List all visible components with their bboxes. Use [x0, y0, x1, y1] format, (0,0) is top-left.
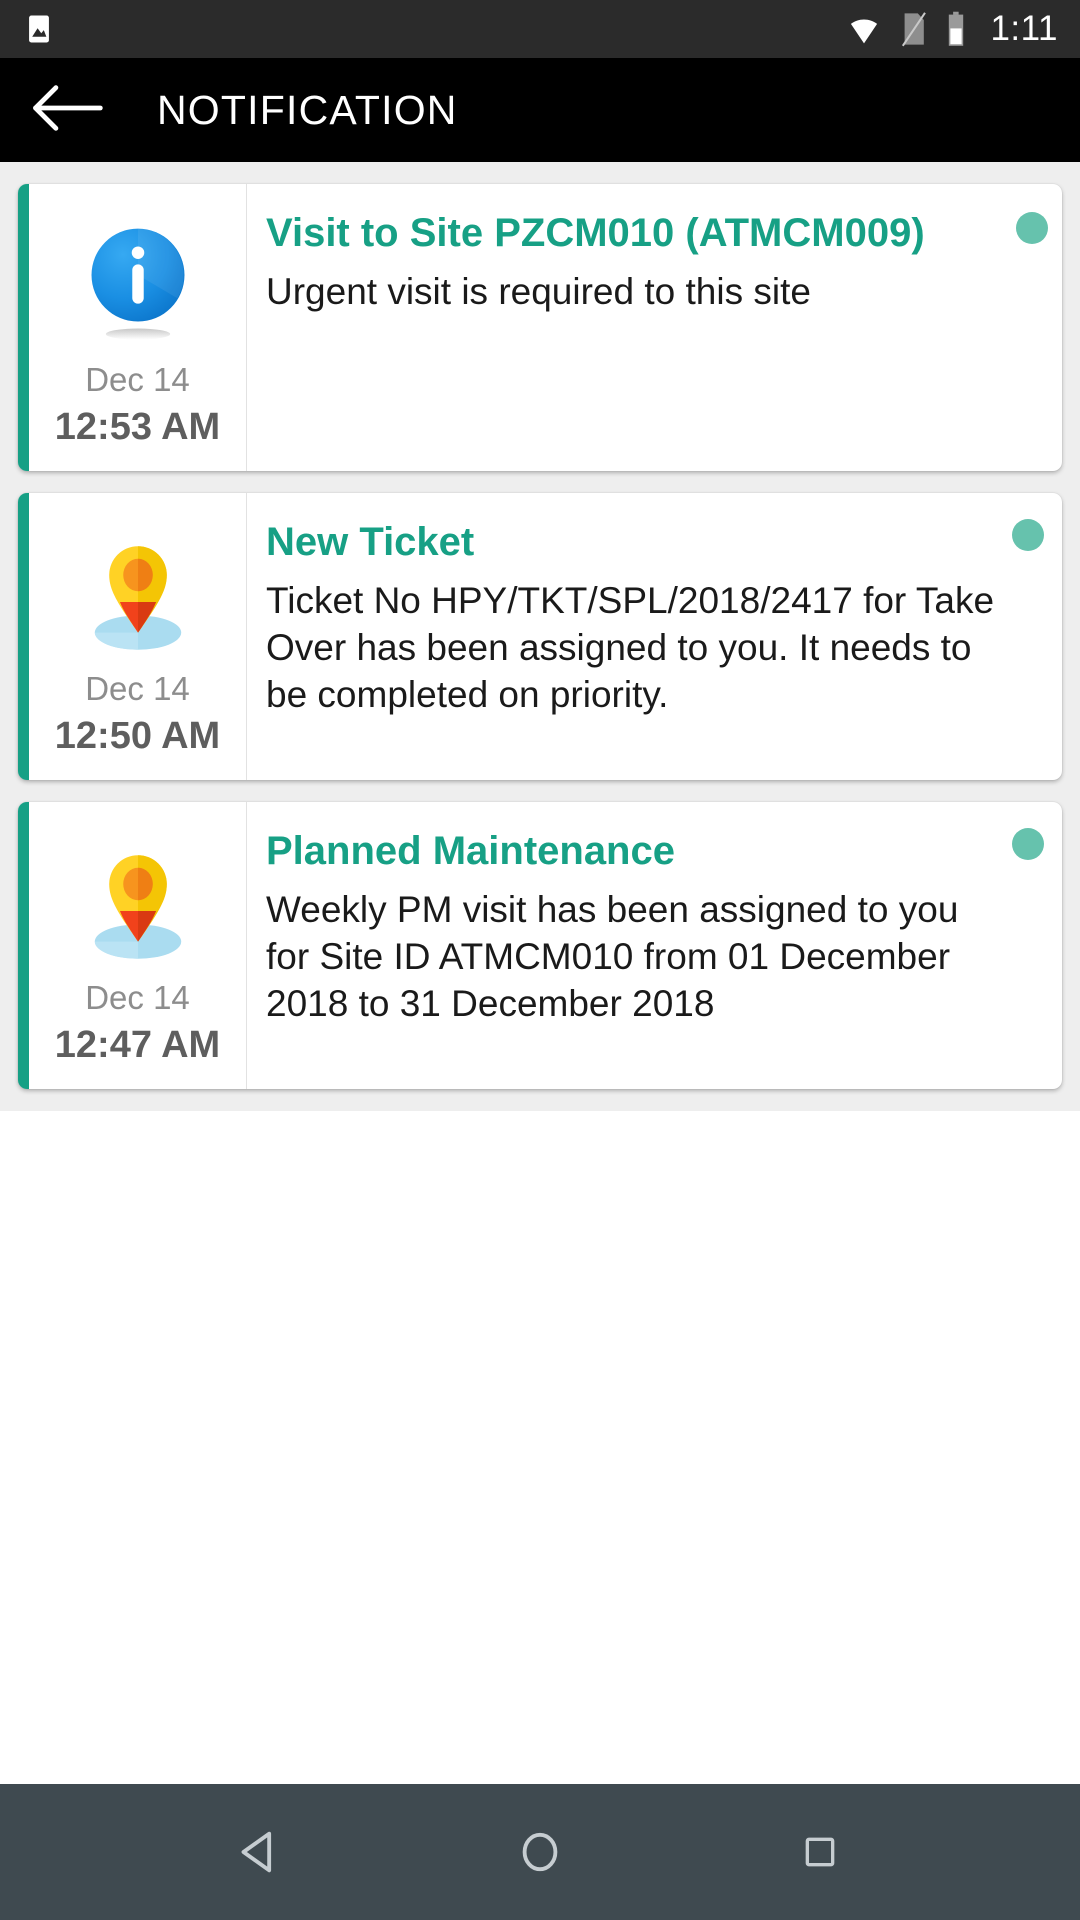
nav-home-button[interactable]	[495, 1807, 585, 1897]
page-title: NOTIFICATION	[157, 86, 458, 133]
nav-recents-button[interactable]	[775, 1807, 865, 1897]
notification-date: Dec 14	[85, 979, 190, 1017]
battery-icon	[945, 11, 967, 47]
notification-time: 12:47 AM	[54, 1024, 221, 1067]
notification-item-wrap: Dec 14 12:50 AM New Ticket Ticket No HPY…	[0, 481, 1080, 790]
notification-title: New Ticket	[266, 520, 475, 565]
card-meta-column: Dec 14 12:53 AM	[29, 184, 247, 472]
notification-date: Dec 14	[85, 361, 190, 398]
notification-item-wrap: Dec 14 12:47 AM Planned Maintenance Week…	[0, 790, 1080, 1099]
android-nav-bar	[0, 1784, 1080, 1920]
back-arrow-icon[interactable]	[30, 83, 104, 138]
notification-time: 12:50 AM	[54, 715, 221, 758]
map-pin-icon	[79, 838, 197, 966]
notification-item-wrap: Dec 14 12:53 AM Visit to Site PZCM010 (A…	[0, 172, 1080, 481]
notification-title: Planned Maintenance	[266, 829, 675, 874]
status-bar: 1:11	[0, 0, 1080, 58]
card-meta-column: Dec 14 12:47 AM	[29, 802, 247, 1090]
wifi-icon	[847, 14, 881, 44]
notification-body: Ticket No HPY/TKT/SPL/2018/2417 for Take…	[266, 580, 995, 716]
notification-list: Dec 14 12:53 AM Visit to Site PZCM010 (A…	[0, 162, 1080, 1112]
card-accent-bar	[18, 184, 29, 472]
card-content-column: Visit to Site PZCM010 (ATMCM009) Urgent …	[247, 184, 1062, 471]
app-bar: NOTIFICATION	[0, 58, 1080, 162]
notification-card[interactable]: Dec 14 12:50 AM New Ticket Ticket No HPY…	[18, 493, 1062, 781]
sim-card-off-icon	[898, 11, 928, 47]
notification-card[interactable]: Dec 14 12:47 AM Planned Maintenance Week…	[18, 802, 1062, 1090]
status-bar-clock: 1:11	[990, 9, 1058, 48]
content-area: Dec 14 12:53 AM Visit to Site PZCM010 (A…	[0, 162, 1080, 1784]
notification-title: Visit to Site PZCM010 (ATMCM009)	[266, 211, 925, 255]
status-bar-left	[22, 12, 56, 46]
notification-card[interactable]: Dec 14 12:53 AM Visit to Site PZCM010 (A…	[18, 184, 1062, 472]
card-meta-column: Dec 14 12:50 AM	[29, 493, 247, 781]
notification-time: 12:53 AM	[54, 406, 221, 449]
card-accent-bar	[18, 493, 29, 781]
card-content-column: Planned Maintenance Weekly PM visit has …	[247, 802, 1062, 1089]
status-bar-right: 1:11	[847, 9, 1058, 49]
status-badge	[1012, 519, 1044, 552]
status-badge	[1012, 828, 1044, 861]
info-circle-icon	[79, 220, 197, 348]
notification-body: Weekly PM visit has been assigned to you…	[266, 889, 959, 1025]
phone-screen: 1:11 NOTIFICATION Dec 14 12:53 AM Visit …	[0, 0, 1080, 1920]
status-badge	[1016, 212, 1048, 244]
card-content-column: New Ticket Ticket No HPY/TKT/SPL/2018/24…	[247, 493, 1062, 780]
card-accent-bar	[18, 802, 29, 1090]
nav-back-button[interactable]	[215, 1807, 305, 1897]
map-pin-icon	[79, 529, 197, 657]
gallery-icon	[22, 12, 56, 46]
notification-date: Dec 14	[85, 670, 190, 708]
notification-body: Urgent visit is required to this site	[266, 271, 811, 313]
